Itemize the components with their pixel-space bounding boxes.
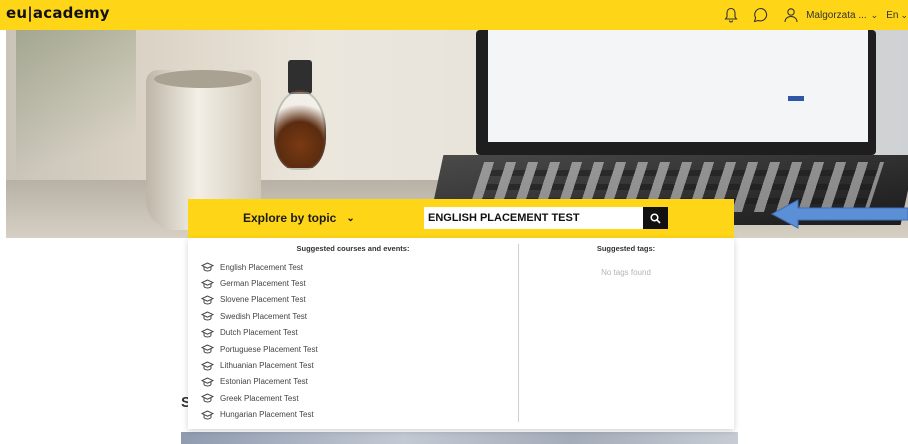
- suggested-course-label: English Placement Test: [220, 262, 304, 272]
- bell-icon[interactable]: [720, 4, 742, 26]
- suggested-course-item[interactable]: Lithuanian Placement Test: [200, 357, 318, 373]
- explore-by-topic-dropdown[interactable]: Explore by topic ⌄: [243, 211, 355, 225]
- suggested-course-label: Slovene Placement Test: [220, 295, 306, 305]
- chevron-down-icon[interactable]: ⌄: [871, 10, 879, 21]
- graduation-cap-icon: [200, 343, 214, 355]
- hero-bulb: [274, 90, 326, 170]
- user-icon[interactable]: [780, 4, 802, 26]
- suggested-tags-column: Suggested tags: No tags found: [518, 238, 734, 429]
- no-tags-message: No tags found: [601, 268, 651, 277]
- graduation-cap-icon: [200, 261, 214, 273]
- graduation-cap-icon: [200, 310, 214, 322]
- suggested-courses-list: English Placement Test German Placement T…: [200, 259, 318, 423]
- suggested-course-label: Dutch Placement Test: [220, 328, 298, 338]
- suggested-course-label: Lithuanian Placement Test: [220, 361, 314, 371]
- hero-bulb-cap: [288, 60, 312, 94]
- chevron-down-icon: ⌄: [346, 212, 355, 224]
- language-selector[interactable]: En: [886, 10, 898, 21]
- search-suggestions-dropdown: Suggested courses and events: English Pl…: [188, 238, 734, 429]
- suggested-course-item[interactable]: Greek Placement Test: [200, 390, 318, 406]
- suggested-course-item[interactable]: Estonian Placement Test: [200, 374, 318, 390]
- suggested-tags-heading: Suggested tags:: [596, 244, 656, 253]
- suggested-course-item[interactable]: Dutch Placement Test: [200, 325, 318, 341]
- suggested-course-label: German Placement Test: [220, 279, 306, 289]
- suggested-course-item[interactable]: Hungarian Placement Test: [200, 407, 318, 423]
- graduation-cap-icon: [200, 392, 214, 404]
- search-icon: [650, 212, 661, 224]
- site-logo[interactable]: eu|academy: [6, 4, 110, 22]
- suggested-course-label: Estonian Placement Test: [220, 377, 308, 387]
- suggested-course-label: Greek Placement Test: [220, 393, 299, 403]
- graduation-cap-icon: [200, 376, 214, 388]
- search-input[interactable]: ENGLISH PLACEMENT TEST: [424, 207, 643, 229]
- suggested-courses-column: Suggested courses and events: English Pl…: [188, 238, 518, 429]
- suggested-course-label: Swedish Placement Test: [220, 311, 308, 321]
- content-image-strip: [181, 432, 738, 444]
- explore-by-topic-label: Explore by topic: [243, 211, 337, 225]
- user-menu-name[interactable]: Malgorzata ...: [806, 10, 867, 21]
- top-right-controls: Malgorzata ... ⌄ En ⌄: [720, 0, 908, 30]
- annotation-arrow-icon: [770, 199, 908, 229]
- suggested-course-item[interactable]: Slovene Placement Test: [200, 292, 318, 308]
- hero-mug-rim: [154, 70, 252, 88]
- suggested-course-label: Hungarian Placement Test: [220, 410, 314, 420]
- graduation-cap-icon: [200, 327, 214, 339]
- suggested-course-label: Portuguese Placement Test: [220, 344, 318, 354]
- graduation-cap-icon: [200, 278, 214, 290]
- suggested-course-item[interactable]: Swedish Placement Test: [200, 308, 318, 324]
- suggested-course-item[interactable]: English Placement Test: [200, 259, 318, 275]
- top-bar: eu|academy Malgorzata ... ⌄ En ⌄: [0, 0, 908, 30]
- search-button[interactable]: [643, 207, 668, 229]
- hero-plant: [16, 30, 136, 200]
- suggested-course-item[interactable]: German Placement Test: [200, 275, 318, 291]
- graduation-cap-icon: [200, 360, 214, 372]
- suggested-courses-heading: Suggested courses and events:: [296, 244, 410, 253]
- suggested-course-item[interactable]: Portuguese Placement Test: [200, 341, 318, 357]
- hero-laptop-display: [488, 30, 868, 142]
- chat-icon[interactable]: [750, 4, 772, 26]
- chevron-down-icon[interactable]: ⌄: [900, 10, 908, 21]
- graduation-cap-icon: [200, 294, 214, 306]
- graduation-cap-icon: [200, 409, 214, 421]
